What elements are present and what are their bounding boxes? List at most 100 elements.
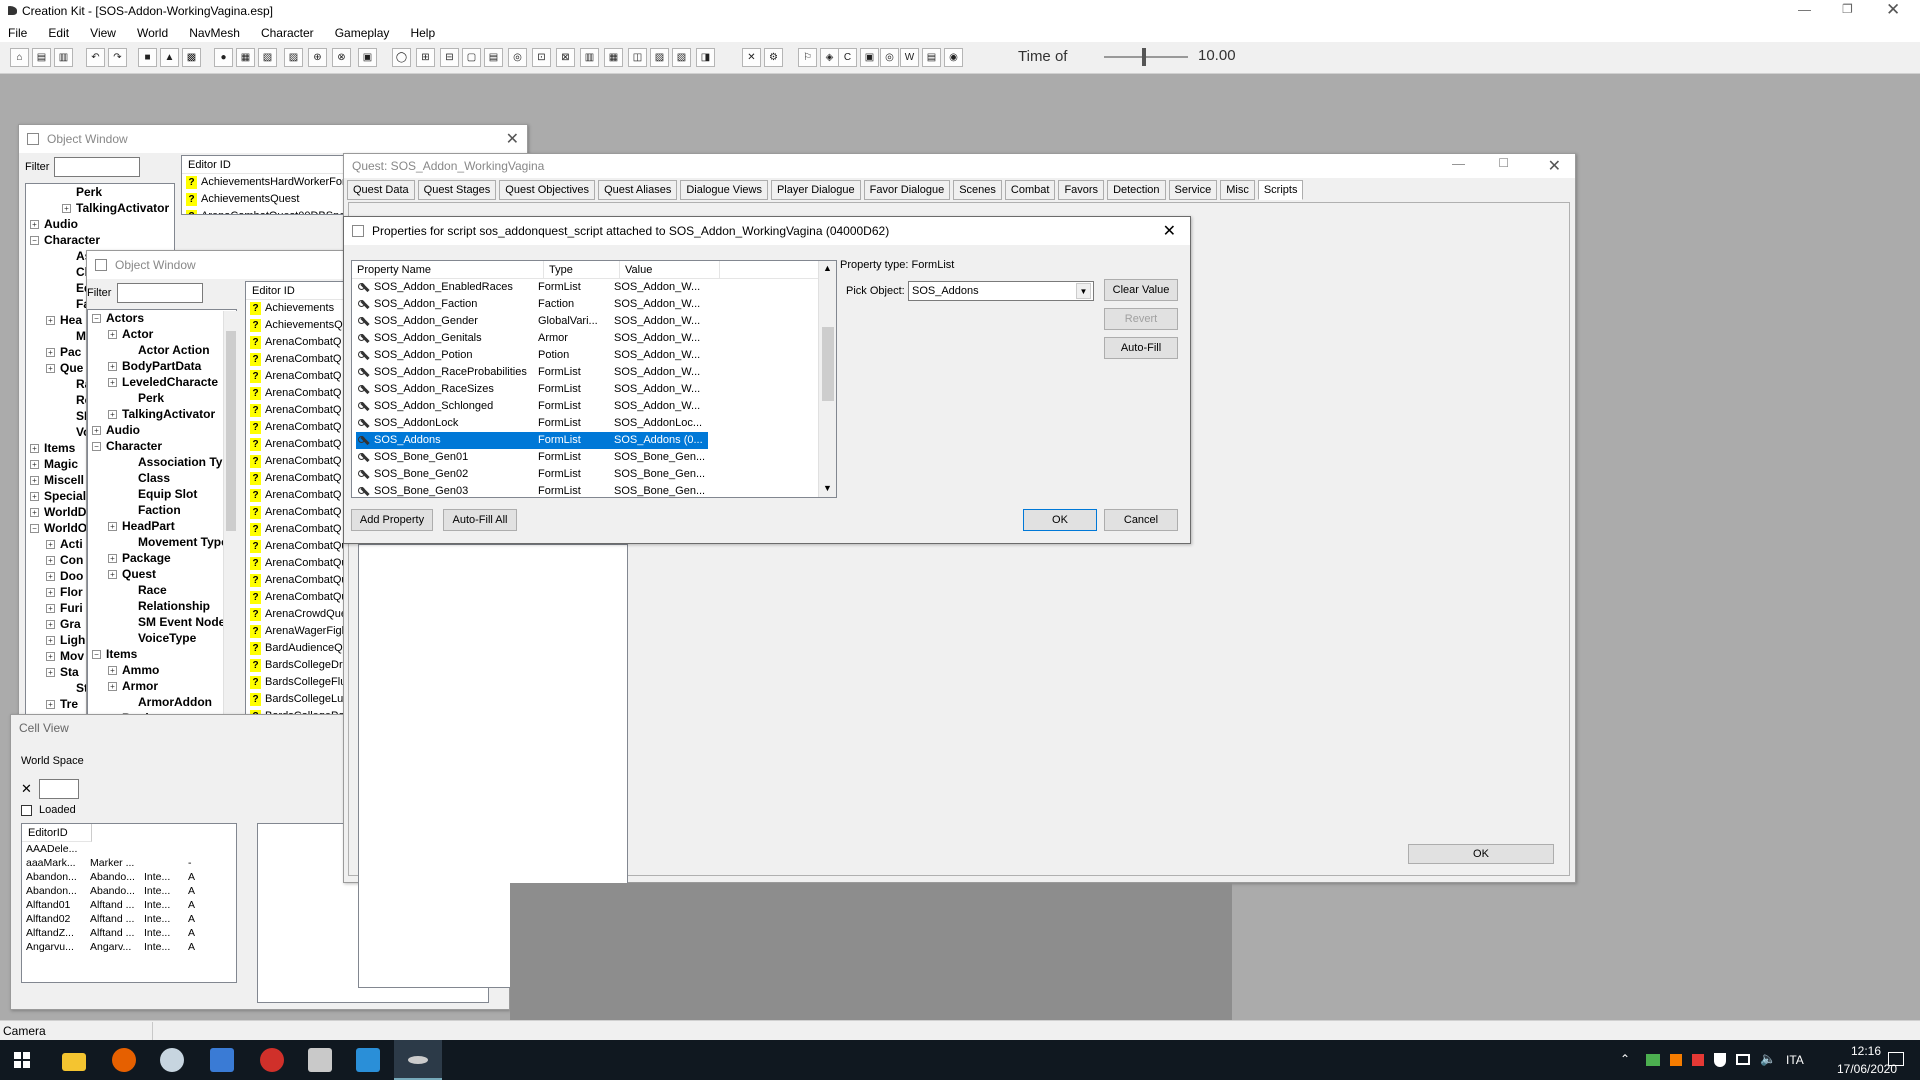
pick-object-dropdown[interactable]: SOS_Addons ▼: [908, 281, 1094, 301]
property-row[interactable]: SOS_Addon_EnabledRaces FormList SOS_Addon_…: [356, 279, 836, 296]
collapse-icon[interactable]: −: [30, 524, 39, 534]
tab-service[interactable]: Service: [1168, 180, 1218, 200]
toolbar-tool-icon[interactable]: ●: [214, 48, 233, 67]
menu-edit[interactable]: Edit: [48, 26, 69, 40]
menu-file[interactable]: File: [8, 26, 27, 40]
expand-icon[interactable]: +: [30, 508, 39, 518]
toolbar-tool-icon[interactable]: ⚙: [764, 48, 783, 67]
table-row[interactable]: Alftand01 Alftand ... Inte... A: [26, 898, 236, 912]
property-row[interactable]: SOS_Addon_Genitals Armor SOS_Addon_W...: [356, 330, 836, 347]
expand-icon[interactable]: +: [108, 666, 117, 676]
tree-item[interactable]: Perk: [26, 184, 174, 200]
toolbar-tool-icon[interactable]: W: [900, 48, 919, 67]
toolbar-tool-icon[interactable]: ⊕: [308, 48, 327, 67]
tree-item[interactable]: + Armor: [88, 678, 236, 694]
tree-item[interactable]: Association Type: [88, 454, 236, 470]
toolbar-tool-icon[interactable]: ✕: [742, 48, 761, 67]
property-row[interactable]: SOS_Bone_Gen03 FormList SOS_Bone_Gen...: [356, 483, 836, 497]
filter-input[interactable]: [117, 283, 203, 303]
toolbar-tool-icon[interactable]: ▧: [258, 48, 277, 67]
menu-character[interactable]: Character: [261, 26, 314, 40]
cell-list[interactable]: EditorID AAADele... aaaMark... Marker ... -…: [21, 823, 237, 983]
close-icon[interactable]: ✕: [1163, 221, 1176, 241]
scroll-thumb[interactable]: [822, 327, 834, 401]
toolbar-tool-icon[interactable]: ▥: [580, 48, 599, 67]
time-slider-thumb[interactable]: [1142, 48, 1146, 66]
toolbar-tool-icon[interactable]: ▲: [160, 48, 179, 67]
collapse-icon[interactable]: −: [92, 650, 101, 660]
tree-item[interactable]: Relationship: [88, 598, 236, 614]
filter-input[interactable]: [54, 157, 140, 177]
minimize-button[interactable]: —: [1452, 156, 1465, 171]
property-row[interactable]: SOS_AddonLock FormList SOS_AddonLoc...: [356, 415, 836, 432]
creation-kit-taskbar-item[interactable]: [394, 1040, 442, 1080]
expand-icon[interactable]: +: [46, 316, 55, 326]
tree-item[interactable]: SM Event Node: [88, 614, 236, 630]
volume-icon[interactable]: 🔈: [1760, 1051, 1776, 1067]
cell-filter-input[interactable]: [39, 779, 79, 799]
chevron-up-icon[interactable]: ⌃: [1620, 1052, 1630, 1066]
windows-start-icon[interactable]: [14, 1052, 30, 1068]
menu-help[interactable]: Help: [410, 26, 435, 40]
expand-icon[interactable]: +: [30, 444, 39, 454]
tab-scripts[interactable]: Scripts: [1257, 180, 1304, 200]
toolbar-tool-icon[interactable]: ▣: [860, 48, 879, 67]
property-row[interactable]: SOS_Addon_RaceProbabilities FormList SOS_A…: [356, 364, 836, 381]
loaded-checkbox[interactable]: [21, 805, 32, 816]
chevron-down-icon[interactable]: ▼: [1076, 283, 1091, 299]
toolbar-tool-icon[interactable]: ↶: [86, 48, 105, 67]
network-icon[interactable]: [1736, 1054, 1750, 1065]
editor-id-header[interactable]: Editor ID: [182, 156, 350, 174]
language-indicator[interactable]: ITA: [1786, 1053, 1804, 1067]
toolbar-tool-icon[interactable]: ◎: [880, 48, 899, 67]
toolbar-tool-icon[interactable]: ▤: [484, 48, 503, 67]
tree-item[interactable]: + Audio: [26, 216, 174, 232]
tray-icon[interactable]: [1670, 1054, 1682, 1066]
toolbar-tool-icon[interactable]: ◎: [508, 48, 527, 67]
toolbar-tool-icon[interactable]: ▩: [182, 48, 201, 67]
toolbar-tool-icon[interactable]: ■: [138, 48, 157, 67]
expand-icon[interactable]: +: [46, 572, 55, 582]
property-row[interactable]: SOS_Addon_Gender GlobalVari... SOS_Addon_W…: [356, 313, 836, 330]
app-icon[interactable]: [356, 1048, 380, 1072]
tree-item[interactable]: ArmorAddon: [88, 694, 236, 710]
firefox-icon[interactable]: [112, 1048, 136, 1072]
tree-item[interactable]: + TalkingActivator: [26, 200, 174, 216]
scroll-thumb[interactable]: [226, 331, 236, 531]
tab-quest-aliases[interactable]: Quest Aliases: [598, 180, 678, 200]
table-row[interactable]: Abandon... Abando... Inte... A: [26, 884, 236, 898]
table-row[interactable]: Abandon... Abando... Inte... A: [26, 870, 236, 884]
property-list-vscroll[interactable]: ▲ ▼: [818, 261, 836, 497]
expand-icon[interactable]: +: [46, 652, 55, 662]
tab-favors[interactable]: Favors: [1058, 180, 1105, 200]
tree-item[interactable]: Race: [88, 582, 236, 598]
close-icon[interactable]: ✕: [21, 781, 32, 797]
toolbar-tool-icon[interactable]: ▨: [650, 48, 669, 67]
tab-quest-data[interactable]: Quest Data: [347, 180, 415, 200]
expand-icon[interactable]: +: [108, 378, 117, 388]
property-row[interactable]: SOS_Addon_Schlonged FormList SOS_Addon_W..…: [356, 398, 836, 415]
toolbar-tool-icon[interactable]: ◉: [944, 48, 963, 67]
tree-item[interactable]: + Actor: [88, 326, 236, 342]
tab-combat[interactable]: Combat: [1004, 180, 1056, 200]
tree-item[interactable]: − Items: [88, 646, 236, 662]
shield-icon[interactable]: [1714, 1053, 1726, 1067]
expand-icon[interactable]: +: [46, 620, 55, 630]
toolbar-tool-icon[interactable]: ↷: [108, 48, 127, 67]
tree-item[interactable]: − Character: [88, 438, 236, 454]
minimize-button[interactable]: —: [1798, 2, 1811, 17]
tree-item[interactable]: + HeadPart: [88, 518, 236, 534]
toolbar-tool-icon[interactable]: ◯: [392, 48, 411, 67]
menu-world[interactable]: World: [137, 26, 168, 40]
tree-item[interactable]: + BodyPartData: [88, 358, 236, 374]
app-icon[interactable]: [260, 1048, 284, 1072]
property-row[interactable]: SOS_Addons FormList SOS_Addons (0...: [356, 432, 836, 449]
toolbar-tool-icon[interactable]: ▦: [236, 48, 255, 67]
toolbar-tool-icon[interactable]: ▧: [672, 48, 691, 67]
add-property-button[interactable]: Add Property: [351, 509, 433, 531]
cancel-button[interactable]: Cancel: [1104, 509, 1178, 531]
toolbar-tool-icon[interactable]: ▤: [32, 48, 51, 67]
toolbar-tool-icon[interactable]: ⊞: [416, 48, 435, 67]
col-type[interactable]: Type: [544, 261, 620, 278]
clear-value-button[interactable]: Clear Value: [1104, 279, 1178, 301]
